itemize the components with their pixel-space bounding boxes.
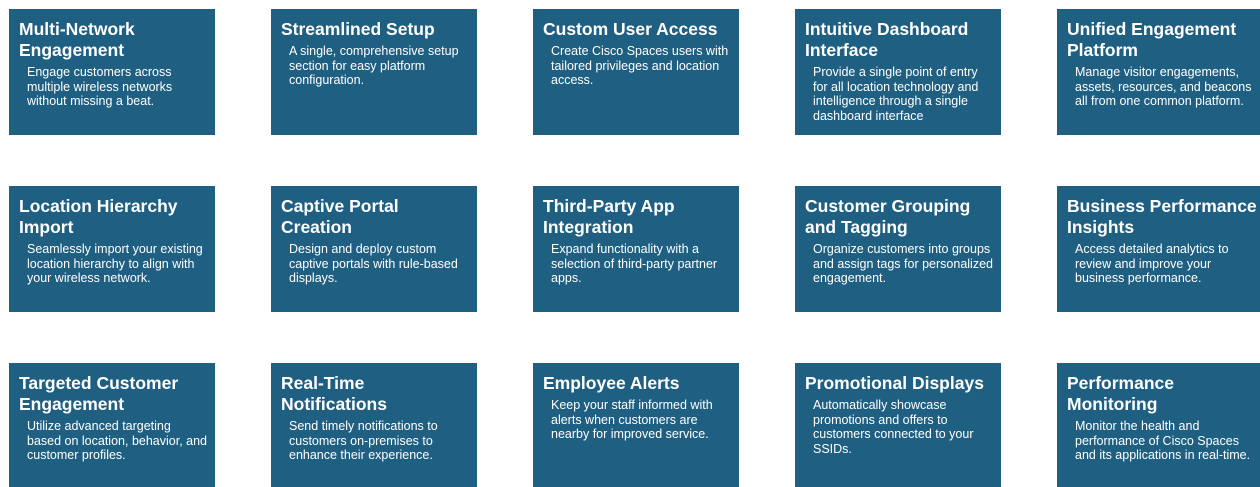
card-description: Design and deploy custom captive portals… bbox=[289, 242, 458, 285]
card-description: Utilize advanced targeting based on loca… bbox=[27, 419, 207, 462]
card-description: Automatically showcase promotions and of… bbox=[813, 398, 974, 456]
card-title: Employee Alerts bbox=[543, 373, 680, 393]
card-description: Seamlessly import your existing location… bbox=[27, 242, 203, 285]
card-title: Business Performance Insights bbox=[1067, 196, 1257, 237]
card-description: Engage customers across multiple wireles… bbox=[27, 65, 173, 108]
feature-card-third-party-app-integration: Third-Party App Integration Expand funct… bbox=[533, 186, 739, 312]
card-description: Manage visitor engagements, assets, reso… bbox=[1075, 65, 1252, 108]
card-description: Organize customers into groups and assig… bbox=[813, 242, 993, 285]
card-title: Captive Portal Creation bbox=[281, 196, 399, 237]
feature-card-targeted-customer-engagement: Targeted Customer Engagement Utilize adv… bbox=[9, 363, 215, 487]
card-title: Multi-Network Engagement bbox=[19, 19, 135, 60]
card-title: Custom User Access bbox=[543, 19, 718, 39]
card-description: Create Cisco Spaces users with tailored … bbox=[551, 44, 729, 87]
card-title: Third-Party App Integration bbox=[543, 196, 675, 237]
feature-card-customer-grouping-and-tagging: Customer Grouping and Tagging Organize c… bbox=[795, 186, 1001, 312]
card-title: Location Hierarchy Import bbox=[19, 196, 178, 237]
feature-card-business-performance-insights: Business Performance Insights Access det… bbox=[1057, 186, 1260, 312]
feature-card-location-hierarchy-import: Location Hierarchy Import Seamlessly imp… bbox=[9, 186, 215, 312]
feature-card-intuitive-dashboard-interface: Intuitive Dashboard Interface Provide a … bbox=[795, 9, 1001, 135]
card-description: Expand functionality with a selection of… bbox=[551, 242, 718, 285]
card-title: Targeted Customer Engagement bbox=[19, 373, 179, 414]
feature-card-employee-alerts: Employee Alerts Keep your staff informed… bbox=[533, 363, 739, 487]
card-title: Performance Monitoring bbox=[1067, 373, 1174, 414]
card-title: Real-Time Notifications bbox=[281, 373, 387, 414]
feature-card-custom-user-access: Custom User Access Create Cisco Spaces u… bbox=[533, 9, 739, 135]
feature-card-promotional-displays: Promotional Displays Automatically showc… bbox=[795, 363, 1001, 487]
feature-card-unified-engagement-platform: Unified Engagement Platform Manage visit… bbox=[1057, 9, 1260, 135]
card-description: Access detailed analytics to review and … bbox=[1075, 242, 1229, 285]
feature-card-multi-network-engagement: Multi-Network Engagement Engage customer… bbox=[9, 9, 215, 135]
feature-card-captive-portal-creation: Captive Portal Creation Design and deplo… bbox=[271, 186, 477, 312]
card-title: Promotional Displays bbox=[805, 373, 984, 393]
card-description: Monitor the health and performance of Ci… bbox=[1075, 419, 1251, 462]
card-description: Keep your staff informed with alerts whe… bbox=[551, 398, 713, 441]
feature-card-performance-monitoring: Performance Monitoring Monitor the healt… bbox=[1057, 363, 1260, 487]
card-description: Send timely notifications to customers o… bbox=[289, 419, 438, 462]
card-description: Provide a single point of entry for all … bbox=[813, 65, 979, 123]
card-title: Customer Grouping and Tagging bbox=[805, 196, 971, 237]
card-title: Unified Engagement Platform bbox=[1067, 19, 1237, 60]
feature-card-real-time-notifications: Real-Time Notifications Send timely noti… bbox=[271, 363, 477, 487]
card-title: Intuitive Dashboard Interface bbox=[805, 19, 969, 60]
feature-card-streamlined-setup: Streamlined Setup A single, comprehensiv… bbox=[271, 9, 477, 135]
card-description: A single, comprehensive setup section fo… bbox=[289, 44, 459, 87]
card-title: Streamlined Setup bbox=[281, 19, 435, 39]
